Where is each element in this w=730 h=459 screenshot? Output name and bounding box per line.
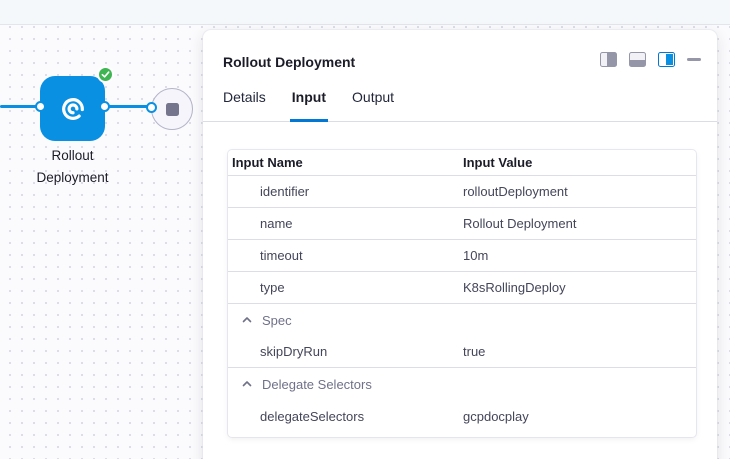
rolling-deploy-icon <box>57 93 89 125</box>
stage-end-node[interactable] <box>151 88 193 130</box>
input-row-name: nameRollout Deployment <box>228 208 696 240</box>
input-row-type: typeK8sRollingDeploy <box>228 272 696 304</box>
success-check-icon <box>101 70 110 79</box>
node-port-right[interactable] <box>99 101 110 112</box>
step-details-panel: Rollout Deployment Details Input Output In… <box>203 30 717 459</box>
group-label: Spec <box>262 313 292 328</box>
dock-right-active-icon[interactable] <box>658 52 675 67</box>
success-badge <box>97 66 114 83</box>
input-value-cell: Rollout Deployment <box>463 216 696 231</box>
chevron-up-icon[interactable] <box>241 378 253 390</box>
input-table-header: Input Name Input Value <box>228 150 696 176</box>
node-label-line2: Deployment <box>12 167 133 189</box>
input-table-rows: identifierrolloutDeploymentnameRollout D… <box>228 176 696 432</box>
panel-tabbar: Details Input Output <box>203 88 717 122</box>
chevron-up-icon <box>241 378 253 390</box>
input-name-cell: skipDryRun <box>228 344 463 359</box>
stop-square-icon <box>166 103 179 116</box>
dock-split-right-icon[interactable] <box>600 52 617 67</box>
node-port-left[interactable] <box>35 101 46 112</box>
input-value-cell: true <box>463 344 696 359</box>
group-row-spec[interactable]: Spec <box>228 304 696 336</box>
input-value-cell: K8sRollingDeploy <box>463 280 696 295</box>
node-label: Rollout Deployment <box>12 145 133 189</box>
input-row-delegateSelectors: delegateSelectorsgcpdocplay <box>228 400 696 432</box>
step-node-rollout-deployment[interactable] <box>40 76 105 141</box>
panel-window-controls <box>600 52 701 67</box>
pipeline-editor-screen: Rollout Deployment Rollout Deployment De… <box>0 0 730 459</box>
input-value-cell: 10m <box>463 248 696 263</box>
input-row-skipDryRun: skipDryRuntrue <box>228 336 696 368</box>
node-label-line1: Rollout <box>12 145 133 167</box>
input-name-cell: timeout <box>228 248 463 263</box>
dock-bottom-icon[interactable] <box>629 52 646 67</box>
input-name-cell: name <box>228 216 463 231</box>
input-row-identifier: identifierrolloutDeployment <box>228 176 696 208</box>
tab-details[interactable]: Details <box>223 88 266 121</box>
end-node-port-left[interactable] <box>146 102 157 113</box>
input-table: Input Name Input Value identifierrollout… <box>228 150 696 437</box>
top-toolbar <box>0 0 730 25</box>
minimize-icon[interactable] <box>687 58 701 61</box>
input-row-timeout: timeout10m <box>228 240 696 272</box>
chevron-up-icon <box>241 314 253 326</box>
input-value-cell: rolloutDeployment <box>463 184 696 199</box>
tab-input[interactable]: Input <box>292 88 326 121</box>
input-name-cell: delegateSelectors <box>228 409 463 424</box>
input-name-cell: identifier <box>228 184 463 199</box>
panel-header: Rollout Deployment <box>203 30 717 72</box>
panel-body: Input Name Input Value identifierrollout… <box>203 122 717 437</box>
chevron-up-icon[interactable] <box>241 314 253 326</box>
column-header-input-value: Input Value <box>463 155 696 170</box>
group-label: Delegate Selectors <box>262 377 372 392</box>
input-name-cell: type <box>228 280 463 295</box>
tab-output[interactable]: Output <box>352 88 394 121</box>
column-header-input-name: Input Name <box>228 155 463 170</box>
group-row-delegate-selectors[interactable]: Delegate Selectors <box>228 368 696 400</box>
input-value-cell: gcpdocplay <box>463 409 696 424</box>
